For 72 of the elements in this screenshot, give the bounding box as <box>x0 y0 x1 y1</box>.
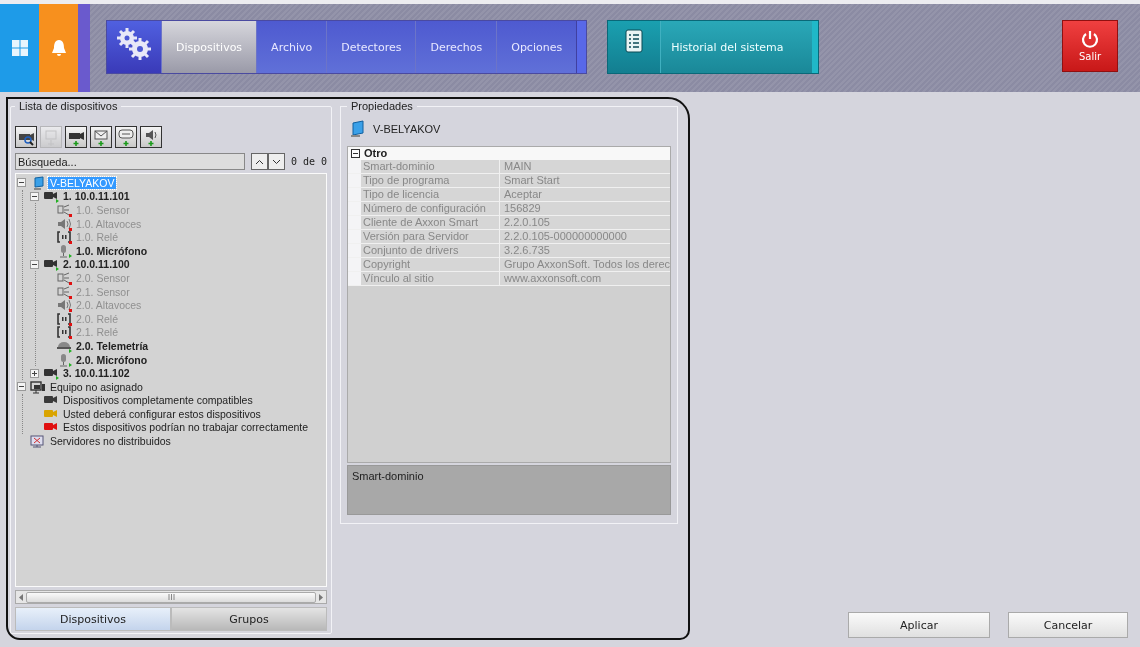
tree-item[interactable]: 2.0. Micrófono <box>74 353 150 366</box>
bottom-tab[interactable]: Dispositivos <box>15 607 171 631</box>
search-field[interactable]: Búsqueda... <box>15 153 245 170</box>
tree-item[interactable]: 1.0. Micrófono <box>74 244 150 257</box>
toolbar-button[interactable] <box>65 126 87 148</box>
match-count: 0 de 0 <box>290 156 327 167</box>
relay-icon <box>55 311 73 326</box>
sensor-icon <box>55 270 73 285</box>
menu-tab[interactable]: Derechos <box>415 21 497 73</box>
toolbar-button[interactable] <box>15 126 37 148</box>
server-group-icon <box>29 379 47 394</box>
app-tile[interactable] <box>39 4 78 92</box>
power-icon <box>1081 30 1099 48</box>
monitor-add-icon <box>42 128 60 146</box>
windows-icon <box>10 39 29 57</box>
tree-item[interactable]: V-BELYAKOV <box>48 176 117 189</box>
section-title: Otro <box>364 147 388 160</box>
scroll-left-icon <box>18 593 24 601</box>
toolbar-button[interactable] <box>115 126 137 148</box>
speaker-icon <box>55 216 73 231</box>
apply-button[interactable]: Aplicar <box>848 612 990 638</box>
exit-button[interactable]: Salir <box>1062 20 1118 72</box>
tree-item[interactable]: 3. 10.0.11.102 <box>61 367 132 380</box>
tree-item[interactable]: Servidores no distribuidos <box>48 435 173 448</box>
camera-icon <box>42 257 60 272</box>
app-tile[interactable] <box>0 4 39 92</box>
collapse-icon[interactable] <box>351 148 360 158</box>
group-title: Lista de dispositivos <box>18 100 119 112</box>
bell-icon <box>49 38 68 58</box>
collapse-icon[interactable] <box>17 178 26 188</box>
history-button[interactable]: Historial del sistema <box>660 21 812 73</box>
menu-tab[interactable]: Opciones <box>496 21 577 73</box>
sensor-icon <box>55 284 73 299</box>
expand-icon[interactable] <box>30 368 39 378</box>
mail-add-icon <box>92 128 110 146</box>
bottom-tab[interactable]: Grupos <box>171 607 327 631</box>
collapse-icon[interactable] <box>30 259 39 269</box>
previous-button[interactable] <box>250 153 268 170</box>
description-text: Smart-dominio <box>347 465 672 515</box>
collapse-icon[interactable] <box>30 191 39 201</box>
chevron-up-icon <box>254 158 264 165</box>
tree-item[interactable]: Dispositivos completamente compatibles <box>61 394 255 407</box>
horizontal-scrollbar[interactable] <box>15 590 327 604</box>
menu-end-cap <box>811 21 818 73</box>
gears-icon <box>115 27 153 61</box>
tree-item[interactable]: 2.0. Telemetría <box>74 339 151 352</box>
monitor-icon <box>29 434 47 449</box>
object-name: V-BELYAKOV <box>373 122 441 135</box>
chevron-down-icon <box>271 158 281 165</box>
checklist-icon <box>625 29 644 53</box>
relay-icon <box>55 325 73 340</box>
sms-add-icon <box>117 128 135 146</box>
menu-tab[interactable]: Detectores <box>326 21 416 73</box>
scroll-right-icon <box>318 593 324 601</box>
speaker-icon <box>55 298 73 313</box>
camera-icon <box>42 366 60 381</box>
tree-item[interactable]: Estos dispositivos podrían no trabajar correctamente <box>61 421 311 434</box>
toolbar-button[interactable] <box>90 126 112 148</box>
tree-item[interactable]: Usted deberá configurar estos dispositivos <box>61 407 263 420</box>
tree-item[interactable]: 2. 10.0.11.100 <box>61 258 132 271</box>
camera-icon <box>42 189 60 204</box>
toolbar-button[interactable] <box>140 126 162 148</box>
collapse-icon[interactable] <box>17 382 26 392</box>
grip-icon <box>167 594 175 600</box>
sensor-icon <box>55 203 73 217</box>
cancel-button[interactable]: Cancelar <box>1008 612 1128 638</box>
monitor-icon <box>349 119 365 138</box>
tree-item[interactable]: Equipo no asignado <box>48 380 145 393</box>
tree-item[interactable]: 1. 10.0.11.101 <box>61 190 132 203</box>
menu-tab[interactable]: Archivo <box>256 21 327 73</box>
relay-icon <box>55 230 73 245</box>
group-title: Propiedades <box>350 100 414 112</box>
